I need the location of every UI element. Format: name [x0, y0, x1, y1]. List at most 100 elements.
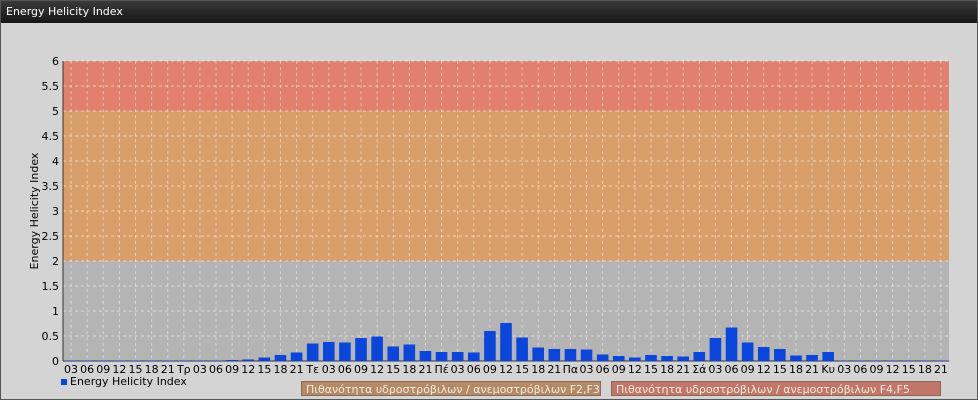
bar: [435, 352, 448, 361]
x-tick-label: 06: [209, 363, 223, 376]
y-tick-label: 4: [52, 155, 59, 168]
bar: [97, 360, 110, 361]
bar: [161, 360, 174, 361]
bar: [854, 360, 867, 361]
x-tick-label: 06: [725, 363, 739, 376]
bar: [612, 356, 625, 361]
y-tick-label: 2: [52, 255, 59, 268]
y-tick-label: 6: [52, 55, 59, 68]
y-axis-label: Energy Helicity Index: [28, 152, 41, 269]
bar: [451, 352, 464, 361]
x-tick-label: 15: [773, 363, 787, 376]
x-tick-label: 15: [902, 363, 916, 376]
y-tick-label: 1.5: [42, 280, 60, 293]
bar: [580, 349, 593, 361]
x-tick-label: 21: [805, 363, 819, 376]
bar: [661, 356, 673, 361]
bar: [516, 337, 528, 361]
x-tick-label: 03: [708, 363, 722, 376]
bar: [355, 338, 367, 361]
x-tick-label: Τε: [305, 363, 319, 376]
bar: [65, 360, 77, 361]
bar: [919, 360, 931, 361]
bar: [467, 352, 480, 361]
x-tick-label: 09: [870, 363, 884, 376]
y-tick-label: 3.5: [42, 180, 60, 193]
x-tick-label: Σά: [692, 363, 706, 376]
bar: [113, 360, 126, 361]
x-tick-label: 12: [499, 363, 513, 376]
x-tick-label: 09: [354, 363, 368, 376]
x-tick-label: 15: [386, 363, 400, 376]
x-tick-label: 21: [418, 363, 432, 376]
bar: [210, 360, 222, 361]
bar: [774, 349, 786, 361]
x-tick-label: Πέ: [434, 363, 448, 376]
bar: [870, 360, 883, 361]
x-tick-label: 06: [467, 363, 481, 376]
x-tick-label: 03: [322, 363, 336, 376]
x-tick-label: 06: [596, 363, 610, 376]
x-tick-label: 18: [531, 363, 545, 376]
x-tick-label: 12: [886, 363, 900, 376]
x-tick-label: 15: [515, 363, 529, 376]
bar: [226, 360, 238, 361]
y-tick-label: 5.5: [42, 80, 60, 93]
x-tick-label: 09: [612, 363, 626, 376]
bar: [596, 354, 609, 361]
x-tick-label: 09: [483, 363, 497, 376]
bar: [741, 342, 754, 361]
bar: [822, 352, 834, 361]
bar: [81, 360, 93, 361]
x-tick-label: 15: [644, 363, 658, 376]
chart-svg: 00.511.522.533.544.555.56 03 06 09 12 15 18 21…: [28, 55, 949, 388]
bar: [274, 355, 287, 361]
x-tick-label: 21: [290, 363, 304, 376]
bar: [532, 347, 545, 361]
y-tick-label: 0.5: [42, 330, 60, 343]
note-f4f5: Πιθανότητα υδροστρόβιλων / ανεμοστρόβιλω…: [611, 381, 941, 396]
y-tick-label: 2.5: [42, 230, 60, 243]
x-tick-label: 12: [241, 363, 255, 376]
note-f2f3: Πιθανότητα υδροστρόβιλων / ανεμοστρόβιλω…: [301, 381, 601, 396]
bar: [194, 360, 206, 361]
bar: [790, 355, 802, 361]
y-tick-label: 3: [52, 205, 59, 218]
bar: [258, 357, 271, 361]
bar: [935, 360, 947, 361]
bar: [129, 360, 142, 361]
y-tick-label: 1: [52, 305, 59, 318]
y-tick-label: 4.5: [42, 130, 60, 143]
x-tick-label: 18: [789, 363, 803, 376]
bar: [548, 349, 561, 361]
bar: [757, 347, 770, 361]
x-tick-label: Πα: [563, 363, 579, 376]
bar: [371, 336, 383, 361]
bar: [387, 346, 400, 361]
bar: [178, 360, 190, 361]
bar: [709, 338, 722, 361]
x-tick-label: 18: [660, 363, 674, 376]
bar: [902, 360, 915, 361]
x-tick-label: 18: [402, 363, 416, 376]
x-tick-label: 12: [757, 363, 771, 376]
x-tick-label: 21: [547, 363, 561, 376]
bar: [725, 327, 738, 361]
bar: [306, 343, 319, 361]
x-tick-label: 06: [338, 363, 352, 376]
x-tick-label: 15: [257, 363, 271, 376]
bar: [693, 352, 706, 361]
legend-swatch: [61, 379, 67, 385]
x-tick-label: 06: [853, 363, 867, 376]
bar: [484, 331, 496, 361]
bar: [564, 349, 577, 361]
bar: [242, 359, 255, 361]
bar: [145, 360, 158, 361]
bar: [677, 356, 689, 361]
x-tick-label: 09: [741, 363, 755, 376]
bar: [886, 360, 899, 361]
bar: [629, 357, 641, 361]
x-tick-label: 21: [934, 363, 948, 376]
x-tick-label: 18: [273, 363, 287, 376]
x-tick-label: 12: [628, 363, 642, 376]
